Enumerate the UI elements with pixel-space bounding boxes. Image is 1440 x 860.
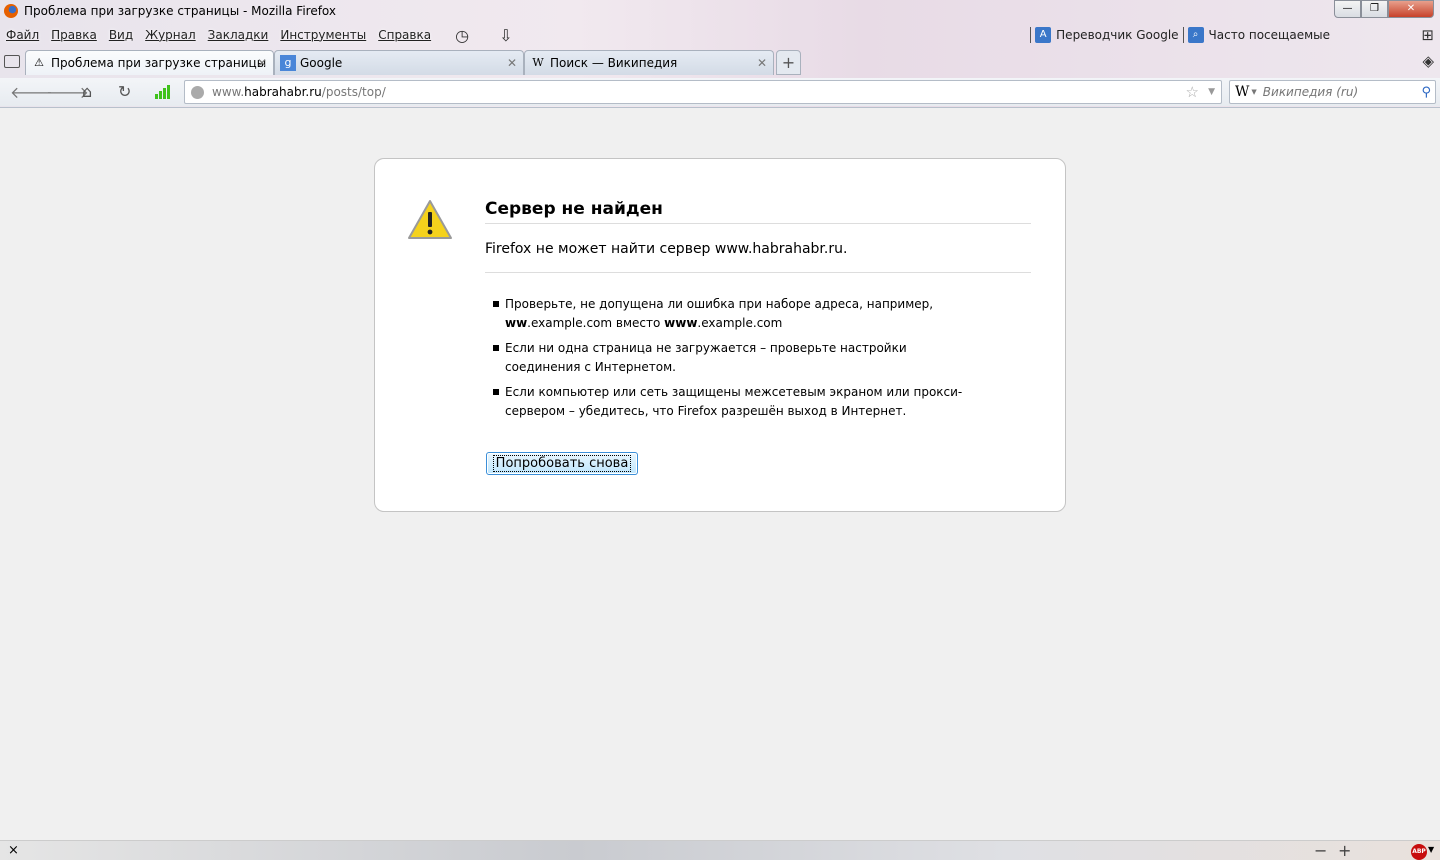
google-icon: g [280,55,296,71]
window-title: Проблема при загрузке страницы - Mozilla… [24,4,336,18]
zoom-in-button[interactable]: + [1338,841,1351,860]
search-input[interactable] [1262,85,1413,99]
suggestion-item: Если компьютер или сеть защищены межсете… [493,383,973,421]
reload-icon[interactable]: ↻ [118,82,131,101]
wikipedia-icon: W [532,56,544,69]
suggestion-text: Если ни одна страница не загружается – п… [505,341,907,374]
tab-groups-icon[interactable] [4,55,20,68]
suggestion-item: Если ни одна страница не загружается – п… [493,339,973,377]
close-addon-bar-icon[interactable]: × [8,843,19,858]
tab-wikipedia[interactable]: W Поиск — Википедия ✕ [524,50,774,75]
search-bar: W▼ ⚲ [1229,80,1436,104]
maximize-button[interactable]: ❐ [1361,0,1388,18]
menu-file[interactable]: Файл [6,28,39,42]
warning-icon: ⚠ [34,56,44,69]
tab-google[interactable]: g Google ✕ [274,50,524,75]
firefox-logo-icon[interactable] [4,4,18,18]
menu-view[interactable]: Вид [109,28,133,42]
suggestion-item: Проверьте, не допущена ли ошибка при наб… [493,295,973,333]
engine-dropdown-icon[interactable]: ▼ [1251,88,1256,96]
tab-close-icon[interactable]: ✕ [757,56,767,70]
signal-bars-icon[interactable] [155,85,170,99]
tab-close-icon[interactable]: ✕ [507,56,517,70]
layout-grid-icon[interactable]: ⊞ [1421,26,1434,44]
search-icon[interactable]: ⚲ [1421,85,1431,100]
title-bar: Проблема при загрузке страницы - Mozilla… [0,0,1440,22]
error-suggestions: Проверьте, не допущена ли ошибка при наб… [493,295,973,427]
frequent-icon: ⌕ [1187,27,1204,43]
add-on-bar: × − + ABP ▼ [0,840,1440,860]
home-icon[interactable]: ⌂ [82,82,92,101]
tab-error-page[interactable]: ⚠ Проблема при загрузке страницы ✕ [25,50,274,75]
suggestion-text: ww [505,316,528,330]
minimize-button[interactable]: — [1334,0,1361,18]
menu-edit[interactable]: Правка [51,28,97,42]
suggestion-text: Если компьютер или сеть защищены межсете… [505,385,963,418]
bookmark-star-icon[interactable]: ☆ [1186,83,1199,101]
browser-chrome: Проблема при загрузке страницы - Mozilla… [0,0,1440,108]
menu-tools[interactable]: Инструменты [280,28,366,42]
suggestion-text: www [664,316,698,330]
suggestion-text: .example.com [697,316,783,330]
zoom-out-button[interactable]: − [1314,841,1327,860]
warning-triangle-icon [408,200,452,239]
globe-icon [191,85,204,99]
error-title: Сервер не найден [485,199,1031,224]
adblock-plus-icon[interactable]: ABP [1411,844,1427,860]
menu-history[interactable]: Журнал [145,28,196,42]
tab-close-icon[interactable]: ✕ [257,56,267,70]
bookmark-frequent[interactable]: ⌕ Часто посещаемые [1182,27,1334,43]
history-dropdown-icon[interactable]: ▼ [1208,87,1215,97]
error-description: Firefox не может найти сервер www.habrah… [485,241,1031,273]
download-arrow-icon[interactable]: ⇩ [499,26,512,45]
menu-help[interactable]: Справка [378,28,431,42]
error-container: Сервер не найден Firefox не может найти … [374,158,1066,512]
new-tab-button[interactable]: + [776,50,801,75]
tab-bar: ⚠ Проблема при загрузке страницы ✕ g Goo… [0,50,1440,75]
history-clock-icon[interactable]: ◷ [455,26,469,45]
navigation-bar: 🡐 🡒 ⌂ ↻ www. habrahabr.ru/posts/top/ ☆ ▼ … [0,78,1440,106]
bookmark-google-translate[interactable]: A Переводчик Google [1030,27,1182,43]
wikipedia-engine-icon[interactable]: W [1235,84,1249,100]
close-button[interactable]: ✕ [1388,0,1434,18]
suggestion-text: .example.com вместо [527,316,665,330]
abp-dropdown-icon[interactable]: ▼ [1428,845,1434,854]
try-again-button[interactable]: Попробовать снова [486,452,638,475]
menu-bookmarks[interactable]: Закладки [208,28,269,42]
google-translate-icon: A [1035,27,1052,43]
suggestion-text: Проверьте, не допущена ли ошибка при наб… [505,297,934,311]
url-bar[interactable]: www. habrahabr.ru/posts/top/ ☆ ▼ [184,80,1222,104]
